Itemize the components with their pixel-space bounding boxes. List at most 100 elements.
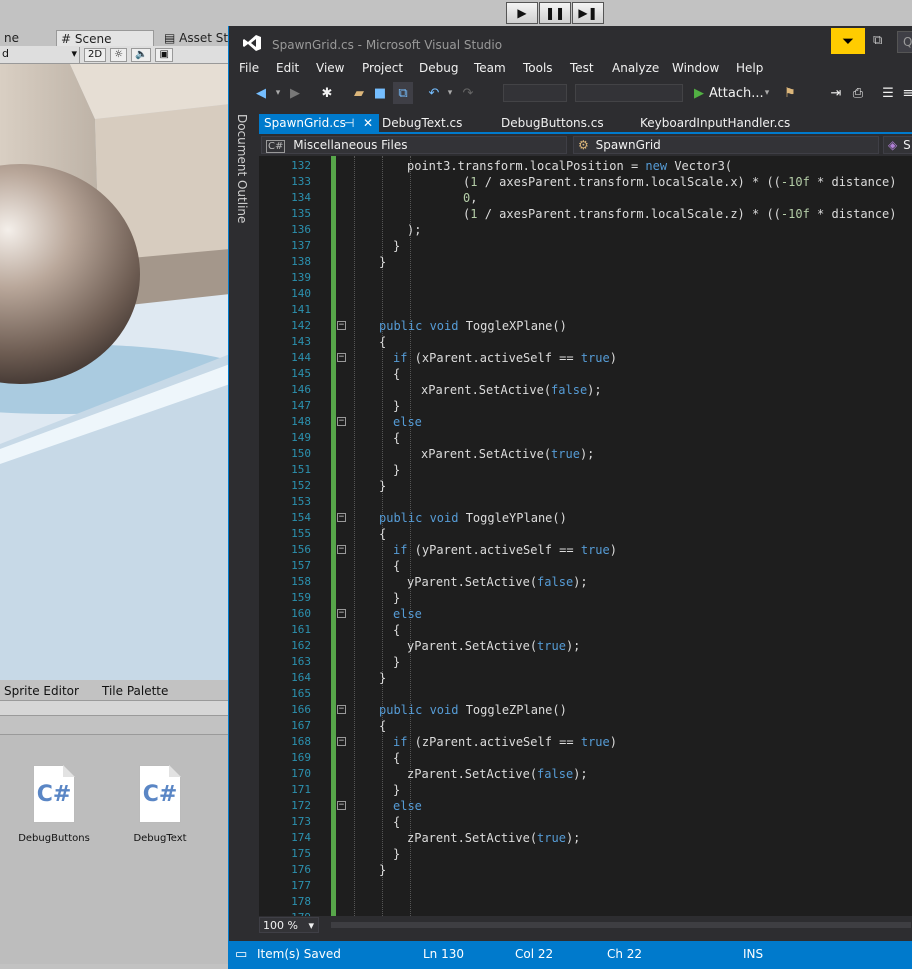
chevron-down-icon[interactable]: ▾ bbox=[273, 82, 283, 104]
navigate-back-icon[interactable]: ◀ bbox=[251, 82, 271, 104]
collapse-region-icon[interactable]: − bbox=[337, 353, 346, 362]
chevron-down-icon[interactable]: ▾ bbox=[445, 82, 455, 104]
quick-launch-input[interactable]: Qu bbox=[897, 31, 912, 53]
collapse-region-icon[interactable]: − bbox=[337, 417, 346, 426]
bookmark-icon[interactable]: ⎙ bbox=[849, 82, 867, 104]
bottom-panel-tabs: Sprite Editor Tile Palette bbox=[0, 682, 230, 700]
code-line: xParent.SetActive(false); bbox=[421, 382, 602, 398]
step-over-icon[interactable]: ⇥ bbox=[827, 82, 845, 104]
dropdown-arrow-icon: ▾ bbox=[71, 46, 77, 60]
code-token: } bbox=[393, 783, 401, 797]
menu-view[interactable]: View bbox=[316, 61, 344, 75]
open-file-icon[interactable]: ▰ bbox=[349, 82, 369, 104]
tile-palette-tab[interactable]: Tile Palette bbox=[102, 684, 168, 698]
solution-configuration-dropdown[interactable] bbox=[503, 84, 567, 102]
save-all-icon[interactable]: ⧉ bbox=[393, 82, 413, 104]
project-toolbar bbox=[0, 700, 230, 716]
tab-spawngrid[interactable]: SpawnGrid.cs ⊣ ✕ bbox=[259, 114, 379, 134]
lighting-icon[interactable]: ☼ bbox=[110, 47, 128, 62]
member-dropdown[interactable]: ◈ S bbox=[883, 136, 912, 154]
solution-platform-dropdown[interactable] bbox=[575, 84, 683, 102]
line-number: 145 bbox=[291, 367, 311, 380]
chevron-down-icon[interactable]: ▾ bbox=[761, 82, 773, 104]
zoom-dropdown[interactable]: 100 % ▾ bbox=[259, 917, 319, 933]
asset-store-tab[interactable]: ▤ Asset Sto bbox=[160, 30, 230, 46]
project-dropdown[interactable]: C# Miscellaneous Files bbox=[261, 136, 567, 154]
menu-project[interactable]: Project bbox=[362, 61, 403, 75]
step-button[interactable]: ▶❚ bbox=[572, 2, 604, 24]
line-number: 166 bbox=[291, 703, 311, 716]
code-token: } bbox=[393, 591, 401, 605]
pause-button[interactable]: ❚❚ bbox=[539, 2, 571, 24]
zoom-value: 100 % bbox=[263, 919, 298, 932]
tab-keyboardinputhandler[interactable]: KeyboardInputHandler.cs bbox=[635, 114, 795, 134]
menu-help[interactable]: Help bbox=[736, 61, 763, 75]
code-token: } bbox=[379, 255, 387, 269]
line-number: 149 bbox=[291, 431, 311, 444]
collapse-region-icon[interactable]: − bbox=[337, 513, 346, 522]
code-token: xParent.SetActive( bbox=[421, 447, 552, 461]
undo-icon[interactable]: ↶ bbox=[425, 82, 443, 104]
new-project-icon[interactable]: ✱ bbox=[317, 82, 337, 104]
feedback-icon[interactable]: ⧉ bbox=[873, 33, 882, 48]
save-icon[interactable]: ■ bbox=[371, 82, 389, 104]
notifications-filter-icon[interactable]: ⏷ bbox=[831, 28, 865, 54]
code-token: true bbox=[580, 351, 610, 365]
comment-lines-icon[interactable]: ☰ bbox=[879, 82, 897, 104]
audio-icon[interactable]: 🔈 bbox=[131, 47, 152, 62]
uncomment-lines-icon[interactable]: ≡ bbox=[901, 82, 912, 104]
collapse-region-icon[interactable]: − bbox=[337, 737, 346, 746]
menu-file[interactable]: File bbox=[239, 61, 259, 75]
line-number: 156 bbox=[291, 543, 311, 556]
code-token: ); bbox=[573, 767, 588, 781]
line-number: 132 bbox=[291, 159, 311, 172]
scene-tab[interactable]: # Scene bbox=[56, 30, 154, 46]
status-insert-mode[interactable]: INS bbox=[743, 947, 763, 961]
menu-window[interactable]: Window bbox=[672, 61, 719, 75]
horizontal-scrollbar[interactable] bbox=[331, 922, 911, 928]
menu-test[interactable]: Test bbox=[570, 61, 594, 75]
type-dropdown[interactable]: ⚙ SpawnGrid bbox=[573, 136, 879, 154]
line-number: 142 bbox=[291, 319, 311, 332]
line-number: 164 bbox=[291, 671, 311, 684]
collapse-region-icon[interactable]: − bbox=[337, 545, 346, 554]
code-editor[interactable]: 132 133 134 135 136 137 138 139 140 141 142 143 144 1… bbox=[259, 156, 912, 916]
line-number: 152 bbox=[291, 479, 311, 492]
menu-tools[interactable]: Tools bbox=[523, 61, 553, 75]
asset-debugbuttons[interactable]: C# DebugButtons bbox=[14, 765, 94, 844]
navigate-forward-icon[interactable]: ▶ bbox=[287, 82, 303, 104]
browser-link-icon[interactable]: ⚑ bbox=[781, 82, 799, 104]
unity-tab-partial[interactable]: ne bbox=[0, 30, 23, 46]
start-icon[interactable]: ▶ bbox=[691, 82, 707, 104]
status-line: Ln 130 bbox=[423, 947, 465, 961]
2d-toggle[interactable]: 2D bbox=[84, 47, 107, 62]
pin-icon[interactable]: ⊣ bbox=[344, 116, 354, 130]
tab-debugtext[interactable]: DebugText.cs bbox=[377, 114, 467, 134]
code-line: xParent.SetActive(true); bbox=[421, 446, 594, 462]
close-icon[interactable]: ✕ bbox=[363, 116, 373, 130]
scene-view[interactable] bbox=[0, 64, 230, 680]
collapse-region-icon[interactable]: − bbox=[337, 705, 346, 714]
menu-analyze[interactable]: Analyze bbox=[612, 61, 659, 75]
effects-icon[interactable]: ▣ bbox=[155, 47, 173, 62]
tab-debugbuttons[interactable]: DebugButtons.cs bbox=[496, 114, 609, 134]
collapse-region-icon[interactable]: − bbox=[337, 609, 346, 618]
play-button[interactable]: ▶ bbox=[506, 2, 538, 24]
asset-debugtext[interactable]: C# DebugText bbox=[120, 765, 200, 844]
sprite-editor-tab[interactable]: Sprite Editor bbox=[4, 684, 79, 698]
menu-team[interactable]: Team bbox=[474, 61, 506, 75]
menu-debug[interactable]: Debug bbox=[419, 61, 458, 75]
menu-edit[interactable]: Edit bbox=[276, 61, 299, 75]
status-bar: ▭ Item(s) Saved Ln 130 Col 22 Ch 22 INS bbox=[229, 941, 912, 969]
line-number: 135 bbox=[291, 207, 311, 220]
line-number: 174 bbox=[291, 831, 311, 844]
collapse-region-icon[interactable]: − bbox=[337, 321, 346, 330]
shading-dropdown[interactable]: d ▾ bbox=[0, 46, 80, 63]
redo-icon[interactable]: ↷ bbox=[459, 82, 477, 104]
line-number: 163 bbox=[291, 655, 311, 668]
code-token: -10f bbox=[780, 207, 810, 221]
code-token: ); bbox=[579, 447, 595, 461]
type-name: SpawnGrid bbox=[595, 138, 661, 152]
collapse-region-icon[interactable]: − bbox=[337, 801, 346, 810]
document-outline-tab[interactable]: Document Outline bbox=[235, 114, 255, 314]
